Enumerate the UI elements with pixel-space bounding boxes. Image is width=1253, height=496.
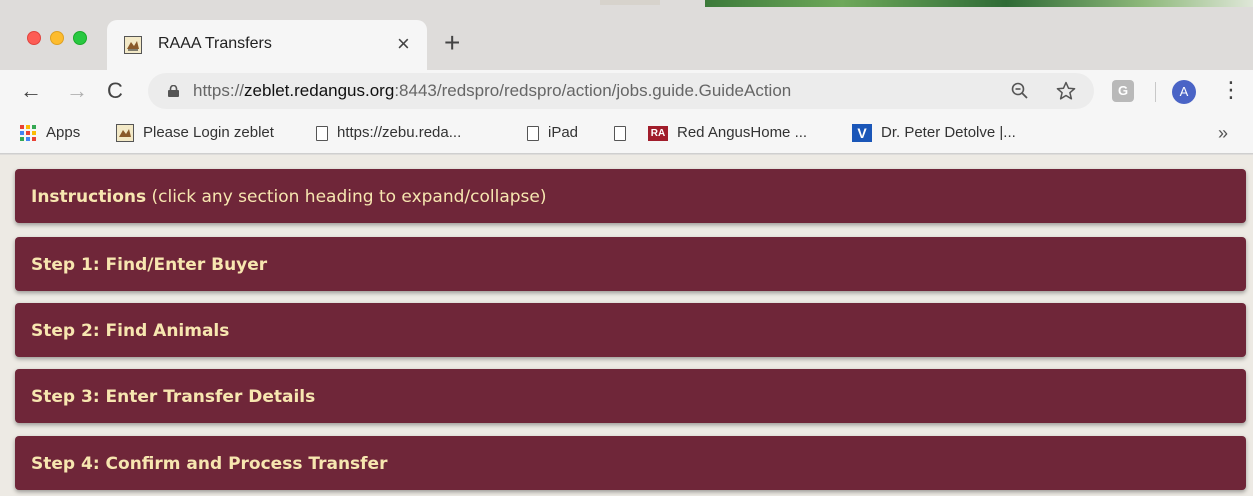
section-note: (click any section heading to expand/col… [146,187,547,207]
page-content: Instructions (click any section heading … [0,155,1253,496]
bookmark-label: https://zebu.reda... [337,124,462,141]
section-heading: Instructions [31,187,147,207]
zoom-icon[interactable] [1011,82,1029,100]
url-host: zeblet.redangus.org [244,81,395,100]
extension-g-icon[interactable]: G [1112,80,1134,102]
bookmark-label: Apps [46,124,81,141]
section-step2-header[interactable]: Step 2: Find Animals [15,303,1246,357]
bookmark-label: Dr. Peter Detolve |... [881,124,1016,141]
section-title: Instructions (click any section heading … [31,187,546,207]
bookmarks-bar: Apps Please Login zeblet https://zebu.re… [0,113,1253,154]
bookmark-label: Please Login zeblet [143,124,274,141]
ra-icon: RA [648,125,668,141]
browser-tab-active[interactable]: RAAA Transfers × [107,20,427,70]
maximize-window-button[interactable] [73,31,87,45]
page-icon [316,125,328,141]
address-bar[interactable]: https://zeblet.redangus.org:8443/redspro… [148,73,1094,109]
bookmark-zebu[interactable]: https://zebu.reda... [316,124,461,141]
bookmark-dr-peter[interactable]: V Dr. Peter Detolve |... [852,124,1016,143]
bookmarks-overflow-icon[interactable]: » [1218,123,1228,144]
url-text[interactable]: https://zeblet.redangus.org:8443/redspro… [193,81,791,101]
bookmark-ipad[interactable]: iPad [527,124,578,141]
browser-toolbar: ← → C https://zeblet.redangus.org:8443/r… [0,70,1253,113]
close-tab-icon[interactable]: × [397,31,410,57]
url-path: :8443/redspro/redspro/action/jobs.guide.… [394,81,792,100]
tab-strip: RAAA Transfers × + [0,0,1253,70]
page-icon [527,125,539,141]
section-title: Step 1: Find/Enter Buyer [31,255,268,275]
reload-button[interactable]: C [107,77,123,105]
new-tab-button[interactable]: + [444,28,460,58]
page-icon [614,125,626,141]
bookmark-untitled[interactable] [614,124,635,141]
bookmark-red-angus[interactable]: RA Red AngusHome ... [648,124,807,141]
forward-button[interactable]: → [66,77,88,105]
bookmark-label: iPad [548,124,579,141]
minimize-window-button[interactable] [50,31,64,45]
back-button[interactable]: ← [20,77,42,105]
bookmark-star-icon[interactable] [1056,81,1076,101]
lock-icon [168,85,179,97]
profile-avatar[interactable]: A [1172,80,1196,104]
desktop-background-strip [705,0,1253,7]
bookmark-please-login[interactable]: Please Login zeblet [116,124,274,143]
section-title: Step 4: Confirm and Process Transfer [31,454,388,474]
tab-title: RAAA Transfers [158,35,272,52]
desktop-background-strip-2 [600,0,660,5]
section-step1-header[interactable]: Step 1: Find/Enter Buyer [15,237,1246,291]
browser-menu-icon[interactable]: ⋮ [1220,76,1242,104]
url-scheme: https:// [193,81,245,100]
section-title: Step 3: Enter Transfer Details [31,387,316,407]
apps-grid-icon [20,125,36,142]
bookmark-label: Red AngusHome ... [677,124,808,141]
section-step3-header[interactable]: Step 3: Enter Transfer Details [15,369,1246,423]
bookmark-apps[interactable]: Apps [20,124,81,142]
site-favicon-icon [116,124,134,143]
site-favicon-icon [124,36,142,54]
v-icon: V [852,124,872,143]
section-instructions-header[interactable]: Instructions (click any section heading … [15,169,1246,223]
section-step4-header[interactable]: Step 4: Confirm and Process Transfer [15,436,1246,490]
close-window-button[interactable] [27,31,41,45]
toolbar-separator [1155,82,1156,102]
section-title: Step 2: Find Animals [31,321,230,341]
